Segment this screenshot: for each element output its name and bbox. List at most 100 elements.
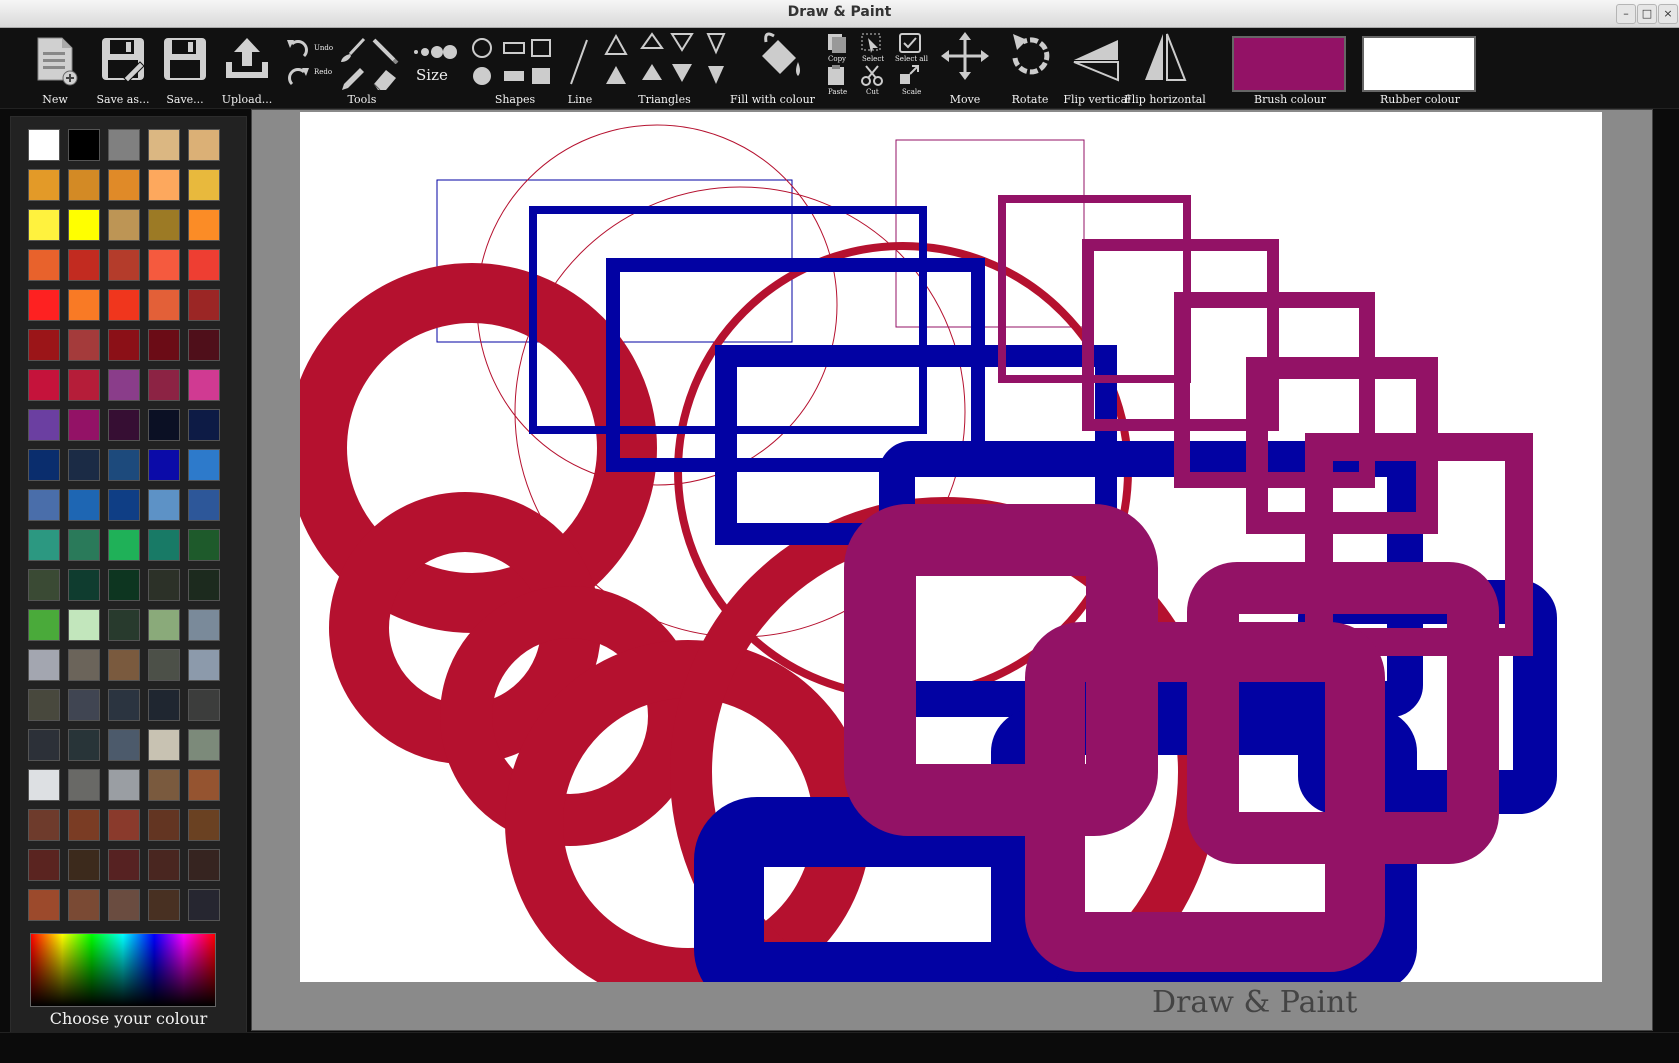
palette-colour-cell[interactable] xyxy=(28,249,60,281)
drawing-canvas[interactable] xyxy=(287,112,1602,1047)
palette-colour-cell[interactable] xyxy=(188,849,220,881)
palette-colour-cell[interactable] xyxy=(108,729,140,761)
palette-colour-cell[interactable] xyxy=(68,329,100,361)
palette-colour-cell[interactable] xyxy=(188,609,220,641)
palette-colour-cell[interactable] xyxy=(148,769,180,801)
palette-colour-cell[interactable] xyxy=(188,289,220,321)
palette-colour-cell[interactable] xyxy=(148,249,180,281)
redo-icon[interactable] xyxy=(284,64,312,88)
palette-colour-cell[interactable] xyxy=(28,329,60,361)
palette-colour-cell[interactable] xyxy=(68,129,100,161)
palette-colour-cell[interactable] xyxy=(68,689,100,721)
palette-colour-cell[interactable] xyxy=(28,569,60,601)
palette-colour-cell[interactable] xyxy=(148,289,180,321)
palette-colour-cell[interactable] xyxy=(188,889,220,921)
upload-button[interactable]: Upload... xyxy=(222,28,272,108)
palette-colour-cell[interactable] xyxy=(28,609,60,641)
palette-colour-cell[interactable] xyxy=(28,129,60,161)
palette-colour-cell[interactable] xyxy=(188,569,220,601)
palette-colour-cell[interactable] xyxy=(188,769,220,801)
palette-colour-cell[interactable] xyxy=(68,289,100,321)
paste-icon[interactable] xyxy=(824,64,848,86)
palette-colour-cell[interactable] xyxy=(188,729,220,761)
palette-colour-cell[interactable] xyxy=(148,809,180,841)
rotate-button[interactable]: Rotate xyxy=(1005,28,1055,108)
palette-colour-cell[interactable] xyxy=(188,169,220,201)
palette-colour-cell[interactable] xyxy=(148,609,180,641)
maximize-button[interactable]: □ xyxy=(1637,4,1657,24)
palette-colour-cell[interactable] xyxy=(108,449,140,481)
palette-colour-cell[interactable] xyxy=(28,449,60,481)
palette-colour-cell[interactable] xyxy=(108,769,140,801)
rubber-colour-picker[interactable]: Rubber colour xyxy=(1362,28,1478,108)
palette-colour-cell[interactable] xyxy=(28,889,60,921)
rubber-colour-swatch[interactable] xyxy=(1362,36,1476,92)
select-icon[interactable] xyxy=(860,32,884,54)
palette-colour-cell[interactable] xyxy=(108,889,140,921)
palette-colour-cell[interactable] xyxy=(148,689,180,721)
palette-colour-cell[interactable] xyxy=(28,169,60,201)
palette-colour-cell[interactable] xyxy=(68,449,100,481)
palette-colour-cell[interactable] xyxy=(68,409,100,441)
palette-colour-cell[interactable] xyxy=(188,249,220,281)
close-button[interactable]: × xyxy=(1658,4,1678,24)
palette-colour-cell[interactable] xyxy=(28,849,60,881)
palette-colour-cell[interactable] xyxy=(68,889,100,921)
palette-colour-cell[interactable] xyxy=(148,729,180,761)
palette-colour-cell[interactable] xyxy=(68,489,100,521)
palette-colour-cell[interactable] xyxy=(68,169,100,201)
palette-colour-cell[interactable] xyxy=(68,569,100,601)
palette-colour-cell[interactable] xyxy=(188,129,220,161)
palette-colour-cell[interactable] xyxy=(148,169,180,201)
palette-colour-cell[interactable] xyxy=(148,489,180,521)
line-button[interactable]: Line xyxy=(565,28,595,108)
flip-vertical-button[interactable]: Flip vertical xyxy=(1063,28,1131,108)
palette-colour-cell[interactable] xyxy=(148,329,180,361)
palette-colour-cell[interactable] xyxy=(148,529,180,561)
palette-colour-cell[interactable] xyxy=(108,489,140,521)
brush-icon[interactable] xyxy=(338,36,368,64)
palette-colour-cell[interactable] xyxy=(68,529,100,561)
palette-colour-cell[interactable] xyxy=(68,609,100,641)
palette-colour-cell[interactable] xyxy=(188,329,220,361)
palette-colour-cell[interactable] xyxy=(108,129,140,161)
palette-colour-cell[interactable] xyxy=(188,409,220,441)
palette-colour-cell[interactable] xyxy=(148,849,180,881)
palette-colour-cell[interactable] xyxy=(108,809,140,841)
palette-colour-cell[interactable] xyxy=(28,769,60,801)
brush-colour-swatch[interactable] xyxy=(1232,36,1346,92)
palette-colour-cell[interactable] xyxy=(148,649,180,681)
palette-colour-cell[interactable] xyxy=(68,249,100,281)
palette-colour-cell[interactable] xyxy=(68,769,100,801)
palette-colour-cell[interactable] xyxy=(148,369,180,401)
palette-colour-cell[interactable] xyxy=(108,329,140,361)
palette-colour-cell[interactable] xyxy=(28,689,60,721)
palette-colour-cell[interactable] xyxy=(148,209,180,241)
palette-colour-cell[interactable] xyxy=(148,889,180,921)
new-button[interactable]: New xyxy=(30,28,80,108)
flip-horizontal-button[interactable]: Flip horizontal xyxy=(1124,28,1206,108)
palette-colour-cell[interactable] xyxy=(148,449,180,481)
palette-colour-cell[interactable] xyxy=(108,409,140,441)
pencil-icon[interactable] xyxy=(370,36,400,64)
palette-colour-cell[interactable] xyxy=(108,609,140,641)
palette-colour-cell[interactable] xyxy=(68,849,100,881)
palette-colour-cell[interactable] xyxy=(28,289,60,321)
palette-colour-cell[interactable] xyxy=(108,209,140,241)
scissors-icon[interactable] xyxy=(860,64,884,86)
palette-colour-cell[interactable] xyxy=(28,529,60,561)
palette-colour-cell[interactable] xyxy=(28,489,60,521)
palette-colour-cell[interactable] xyxy=(68,209,100,241)
palette-colour-cell[interactable] xyxy=(28,409,60,441)
palette-colour-cell[interactable] xyxy=(108,249,140,281)
scale-icon[interactable] xyxy=(898,64,922,86)
palette-colour-cell[interactable] xyxy=(68,369,100,401)
palette-colour-cell[interactable] xyxy=(108,369,140,401)
palette-colour-cell[interactable] xyxy=(108,569,140,601)
palette-colour-cell[interactable] xyxy=(28,369,60,401)
select-all-icon[interactable] xyxy=(898,32,922,54)
palette-colour-cell[interactable] xyxy=(188,689,220,721)
palette-colour-cell[interactable] xyxy=(108,169,140,201)
palette-colour-cell[interactable] xyxy=(188,489,220,521)
palette-colour-cell[interactable] xyxy=(188,449,220,481)
